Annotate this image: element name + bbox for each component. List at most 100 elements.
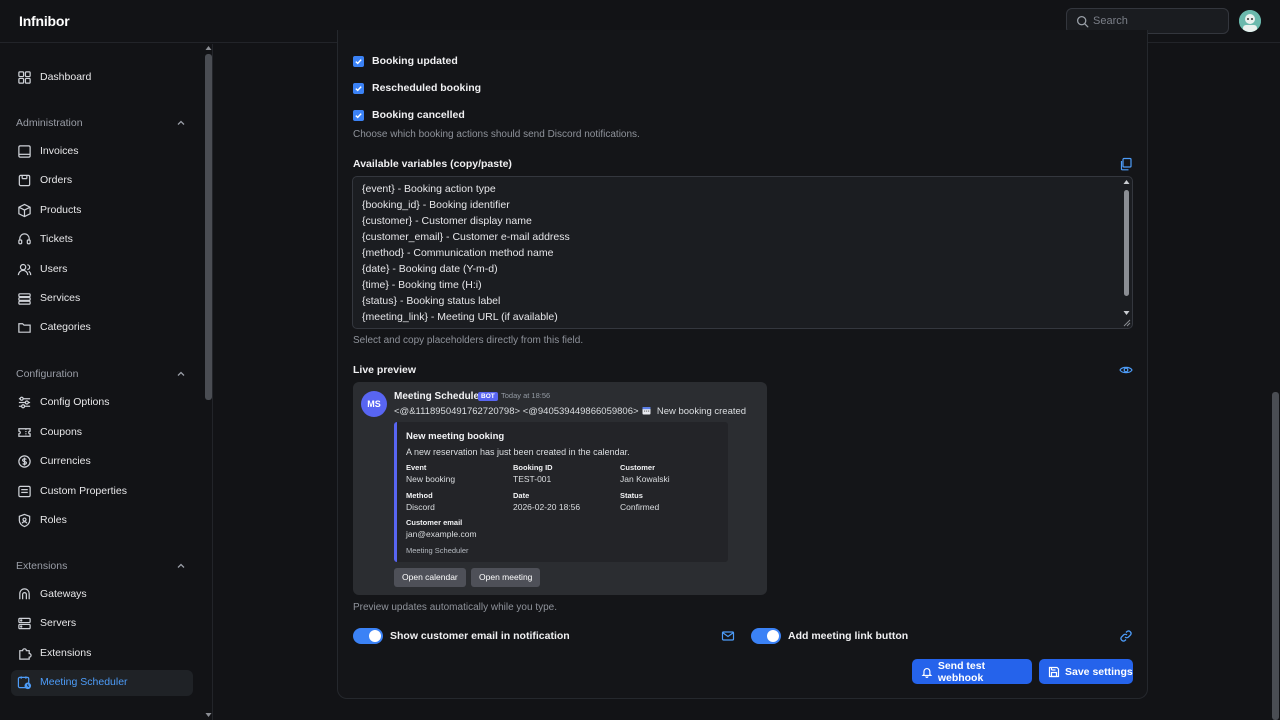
chevron-up-icon[interactable]	[176, 118, 186, 128]
save-settings-button[interactable]: Save settings	[1039, 659, 1133, 684]
variable-line: {customer_email} - Customer e-mail addre…	[362, 231, 570, 243]
services-icon	[18, 293, 31, 305]
main-scrollbar[interactable]	[1271, 44, 1280, 720]
section-administration[interactable]: Administration	[16, 117, 83, 129]
sidebar-item-custom-properties[interactable]: Custom Properties	[11, 479, 193, 505]
toggle-label: Show customer email in notification	[390, 630, 570, 642]
resize-handle-icon[interactable]	[1122, 318, 1131, 327]
main-scrollbar-thumb[interactable]	[1272, 392, 1279, 720]
checkbox-booking-cancelled[interactable]: Booking cancelled	[353, 107, 465, 123]
sidebar-item-tickets[interactable]: Tickets	[11, 227, 193, 253]
sidebar-item-users[interactable]: Users	[11, 257, 193, 283]
variable-line: {customer} - Customer display name	[362, 215, 532, 227]
search-input[interactable]	[1093, 12, 1223, 30]
scroll-up-arrow-icon[interactable]	[1123, 179, 1130, 185]
sidebar-item-dashboard[interactable]: Dashboard	[11, 65, 193, 91]
sidebar-item-currencies[interactable]: Currencies	[11, 449, 193, 475]
textarea-scrollbar[interactable]	[1122, 178, 1131, 319]
embed-title: New meeting booking	[406, 431, 505, 442]
embed-field-value: Jan Kowalski	[620, 474, 670, 484]
section-extensions[interactable]: Extensions	[16, 560, 67, 572]
user-avatar[interactable]	[1239, 10, 1261, 32]
button-label: Send test webhook	[937, 659, 986, 684]
orders-icon	[18, 174, 31, 187]
embed-description: A new reservation has just been created …	[406, 447, 630, 457]
check-icon	[355, 112, 362, 118]
sidebar-item-coupons[interactable]: Coupons	[11, 420, 193, 446]
sidebar-item-label: Meeting Scheduler	[40, 676, 128, 688]
actions-help-text: Choose which booking actions should send…	[353, 129, 640, 140]
send-test-webhook-button[interactable]: Send test webhook	[912, 659, 1032, 684]
eye-icon[interactable]	[1119, 363, 1133, 377]
sidebar-item-meeting-scheduler[interactable]: Meeting Scheduler	[11, 670, 193, 696]
copy-icon[interactable]	[1119, 157, 1133, 171]
sidebar-item-categories[interactable]: Categories	[11, 315, 193, 341]
sidebar-item-label: Orders	[40, 174, 73, 186]
sidebar-scrollbar[interactable]	[204, 44, 213, 720]
scroll-down-arrow-icon[interactable]	[205, 712, 212, 718]
tickets-icon	[18, 233, 31, 245]
config-options-icon	[18, 396, 31, 409]
section-configuration[interactable]: Configuration	[16, 368, 78, 380]
checkbox-booking-updated[interactable]: Booking updated	[353, 53, 458, 69]
dashboard-icon	[18, 71, 31, 84]
sidebar-item-roles[interactable]: Roles	[11, 508, 193, 534]
open-meeting-button[interactable]: Open meeting	[471, 568, 541, 587]
sidebar-item-label: Currencies	[40, 455, 91, 467]
sidebar-item-label: Users	[40, 263, 68, 275]
variable-line: {status} - Booking status label	[362, 295, 501, 307]
bot-avatar: MS	[361, 391, 387, 417]
check-icon	[355, 58, 362, 64]
sidebar-item-label: Dashboard	[40, 71, 92, 83]
variables-textarea[interactable]: {event} - Booking action type {booking_i…	[352, 176, 1133, 329]
checkbox-rescheduled-booking[interactable]: Rescheduled booking	[353, 80, 481, 96]
toggle-switch[interactable]	[751, 628, 781, 644]
sidebar-item-orders[interactable]: Orders	[11, 168, 193, 194]
sidebar-item-label: Tickets	[40, 233, 73, 245]
currencies-icon	[18, 455, 31, 468]
sidebar-scrollbar-thumb[interactable]	[205, 54, 212, 400]
embed-field-value: New booking	[406, 474, 456, 484]
embed-field-value: TEST-001	[513, 474, 552, 484]
variables-help-text: Select and copy placeholders directly fr…	[353, 335, 584, 346]
message-embed: New meeting booking A new reservation ha…	[394, 422, 728, 562]
sidebar-item-label: Config Options	[40, 396, 110, 408]
sidebar-item-services[interactable]: Services	[11, 286, 193, 312]
scroll-down-arrow-icon[interactable]	[1123, 310, 1130, 316]
embed-field-name: Event	[406, 463, 427, 472]
sidebar-item-config-options[interactable]: Config Options	[11, 390, 193, 416]
scroll-up-arrow-icon[interactable]	[205, 45, 212, 51]
discord-preview: MS Meeting Scheduler BOT Today at 18:56 …	[353, 382, 767, 595]
open-calendar-button[interactable]: Open calendar	[394, 568, 466, 587]
variable-line: {time} - Booking time (H:i)	[362, 279, 482, 291]
toggle-switch[interactable]	[353, 628, 383, 644]
sidebar-item-extensions[interactable]: Extensions	[11, 641, 193, 667]
message-mentions: <@&1118950491762720798> <@94053944986605…	[394, 406, 639, 417]
invoice-icon	[18, 145, 31, 158]
embed-field-value: Discord	[406, 502, 435, 512]
sidebar-item-servers[interactable]: Servers	[11, 611, 193, 637]
sidebar: Dashboard Administration Invoices Orders…	[0, 44, 213, 720]
custom-properties-icon	[18, 485, 31, 498]
categories-icon	[18, 323, 31, 333]
link-icon	[1120, 630, 1132, 642]
variable-line: {method} - Communication method name	[362, 247, 554, 259]
bot-badge: BOT	[478, 392, 498, 401]
app-logo[interactable]: Infnibor	[19, 13, 70, 29]
sidebar-item-invoices[interactable]: Invoices	[11, 139, 193, 165]
sidebar-item-label: Products	[40, 204, 82, 216]
message-timestamp: Today at 18:56	[501, 391, 551, 400]
sidebar-item-gateways[interactable]: Gateways	[11, 582, 193, 608]
sidebar-item-products[interactable]: Products	[11, 198, 193, 224]
preview-help-text: Preview updates automatically while you …	[353, 602, 557, 613]
toggle-label: Add meeting link button	[788, 630, 909, 642]
textarea-scrollbar-thumb[interactable]	[1124, 190, 1129, 296]
checkbox[interactable]	[353, 109, 364, 121]
chevron-up-icon[interactable]	[176, 561, 186, 571]
coupons-icon	[18, 428, 31, 437]
checkbox[interactable]	[353, 55, 364, 67]
roles-icon	[18, 513, 31, 528]
checkbox[interactable]	[353, 82, 364, 94]
meeting-scheduler-icon	[17, 676, 32, 690]
chevron-up-icon[interactable]	[176, 369, 186, 379]
